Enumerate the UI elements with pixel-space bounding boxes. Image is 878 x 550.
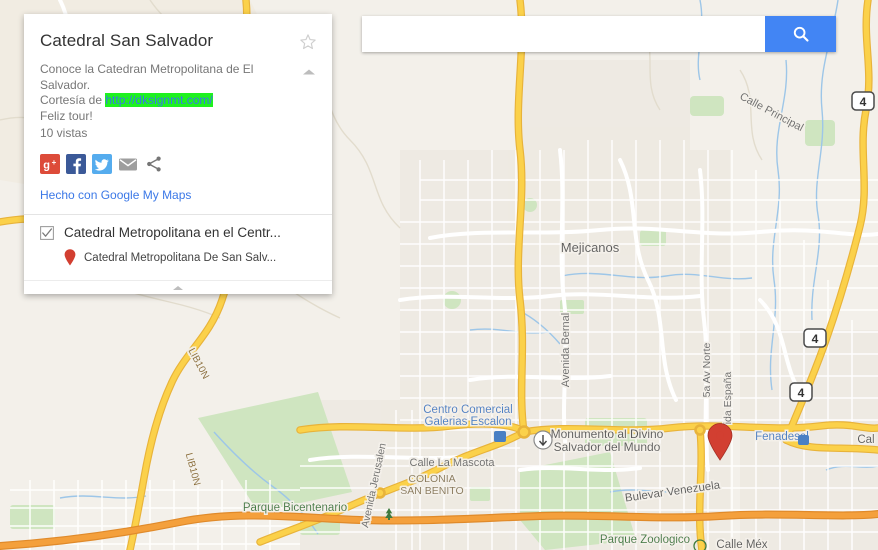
description-line-4: Feliz tour!	[40, 108, 93, 123]
search-icon	[793, 26, 809, 42]
panel-info-section: Catedral San Salvador Conoce la Catedran…	[24, 14, 332, 214]
map-label-colonia-san-benito-2: SAN BENITO	[400, 485, 463, 497]
collapse-triangle-icon	[173, 285, 183, 290]
dksignmt-link[interactable]: http://dksignmt.com/	[105, 93, 212, 107]
svg-text:g: g	[43, 159, 50, 171]
google-my-maps-app: Mejicanos Calle Principal Avenida Bernal 5a…	[0, 0, 878, 550]
map-label-monumento-divino-salvador-1: Monumento al Divino	[551, 427, 664, 441]
panel-collapse-handle[interactable]	[24, 280, 332, 294]
route-shield-4-mid: 4	[803, 328, 827, 348]
search-button[interactable]	[765, 16, 836, 52]
layer-checkbox[interactable]	[40, 225, 54, 240]
layer-name: Catedral Metropolitana en el Centr...	[64, 225, 281, 240]
page-title: Catedral San Salvador	[40, 31, 214, 50]
star-outline-icon[interactable]	[298, 32, 318, 52]
map-label-avenida-bernal: Avenida Bernal	[560, 313, 572, 387]
map-label-avenida-espana: ida España	[722, 372, 734, 425]
panel-description: Conoce la Catedran Metropolitana de El S…	[40, 62, 316, 124]
twitter-share-icon[interactable]	[92, 154, 112, 174]
map-label-colonia-san-benito-1: COLONIA	[408, 473, 455, 485]
search-bar[interactable]	[362, 16, 836, 52]
map-label-parque-zoologico: Parque Zoologico	[600, 534, 690, 546]
social-share-row: g +	[40, 154, 316, 174]
search-input[interactable]	[362, 16, 765, 52]
chevron-up-icon[interactable]	[300, 66, 318, 80]
place-pin-icon	[64, 249, 76, 266]
google-plus-share-icon[interactable]: g +	[40, 154, 60, 174]
svg-text:4: 4	[860, 95, 867, 109]
list-item[interactable]: Catedral Metropolitana De San Salv...	[40, 249, 316, 266]
description-line-1: Conoce la Catedran Metropolitana de El	[40, 62, 254, 76]
share-link-icon[interactable]	[144, 154, 164, 174]
map-info-panel: Catedral San Salvador Conoce la Catedran…	[24, 14, 332, 294]
map-label-parque-bicentenario: Parque Bicentenario	[243, 502, 347, 514]
map-label-monumento-divino-salvador-2: Salvador del Mundo	[554, 440, 661, 454]
made-with-google-my-maps-link[interactable]: Hecho con Google My Maps	[40, 188, 316, 202]
route-shield-4-top: 4	[851, 91, 875, 111]
svg-text:+: +	[52, 158, 57, 167]
description-line-3-prefix: Cortesía de	[40, 93, 106, 107]
svg-text:4: 4	[798, 386, 805, 400]
route-shield-4-low: 4	[789, 382, 813, 402]
map-label-5a-av-norte: 5a Av Norte	[701, 343, 713, 398]
map-label-centro-comercial-galerias-escalon-1: Centro Comercial	[423, 404, 512, 416]
map-label-mejicanos: Mejicanos	[561, 240, 620, 255]
catedral-marker[interactable]	[707, 423, 733, 461]
email-share-icon[interactable]	[118, 154, 138, 174]
view-count: 10 vistas	[40, 126, 88, 140]
svg-text:4: 4	[812, 332, 819, 346]
description-line-2: Salvador.	[40, 77, 91, 92]
map-label-cau-right: Cal	[857, 434, 874, 446]
map-label-calle-mex: Calle Méx	[716, 539, 767, 550]
layer-row[interactable]: Catedral Metropolitana en el Centr...	[40, 225, 316, 240]
layers-section: Catedral Metropolitana en el Centr... Ca…	[24, 215, 332, 280]
dksignmt-link-highlight: http://dksignmt.com/	[105, 93, 213, 107]
place-name: Catedral Metropolitana De San Salv...	[84, 251, 277, 264]
map-label-centro-comercial-galerias-escalon-2: Galerias Escalon	[425, 416, 512, 428]
map-label-calle-la-mascota: Calle La Mascota	[410, 457, 496, 469]
facebook-share-icon[interactable]	[66, 154, 86, 174]
